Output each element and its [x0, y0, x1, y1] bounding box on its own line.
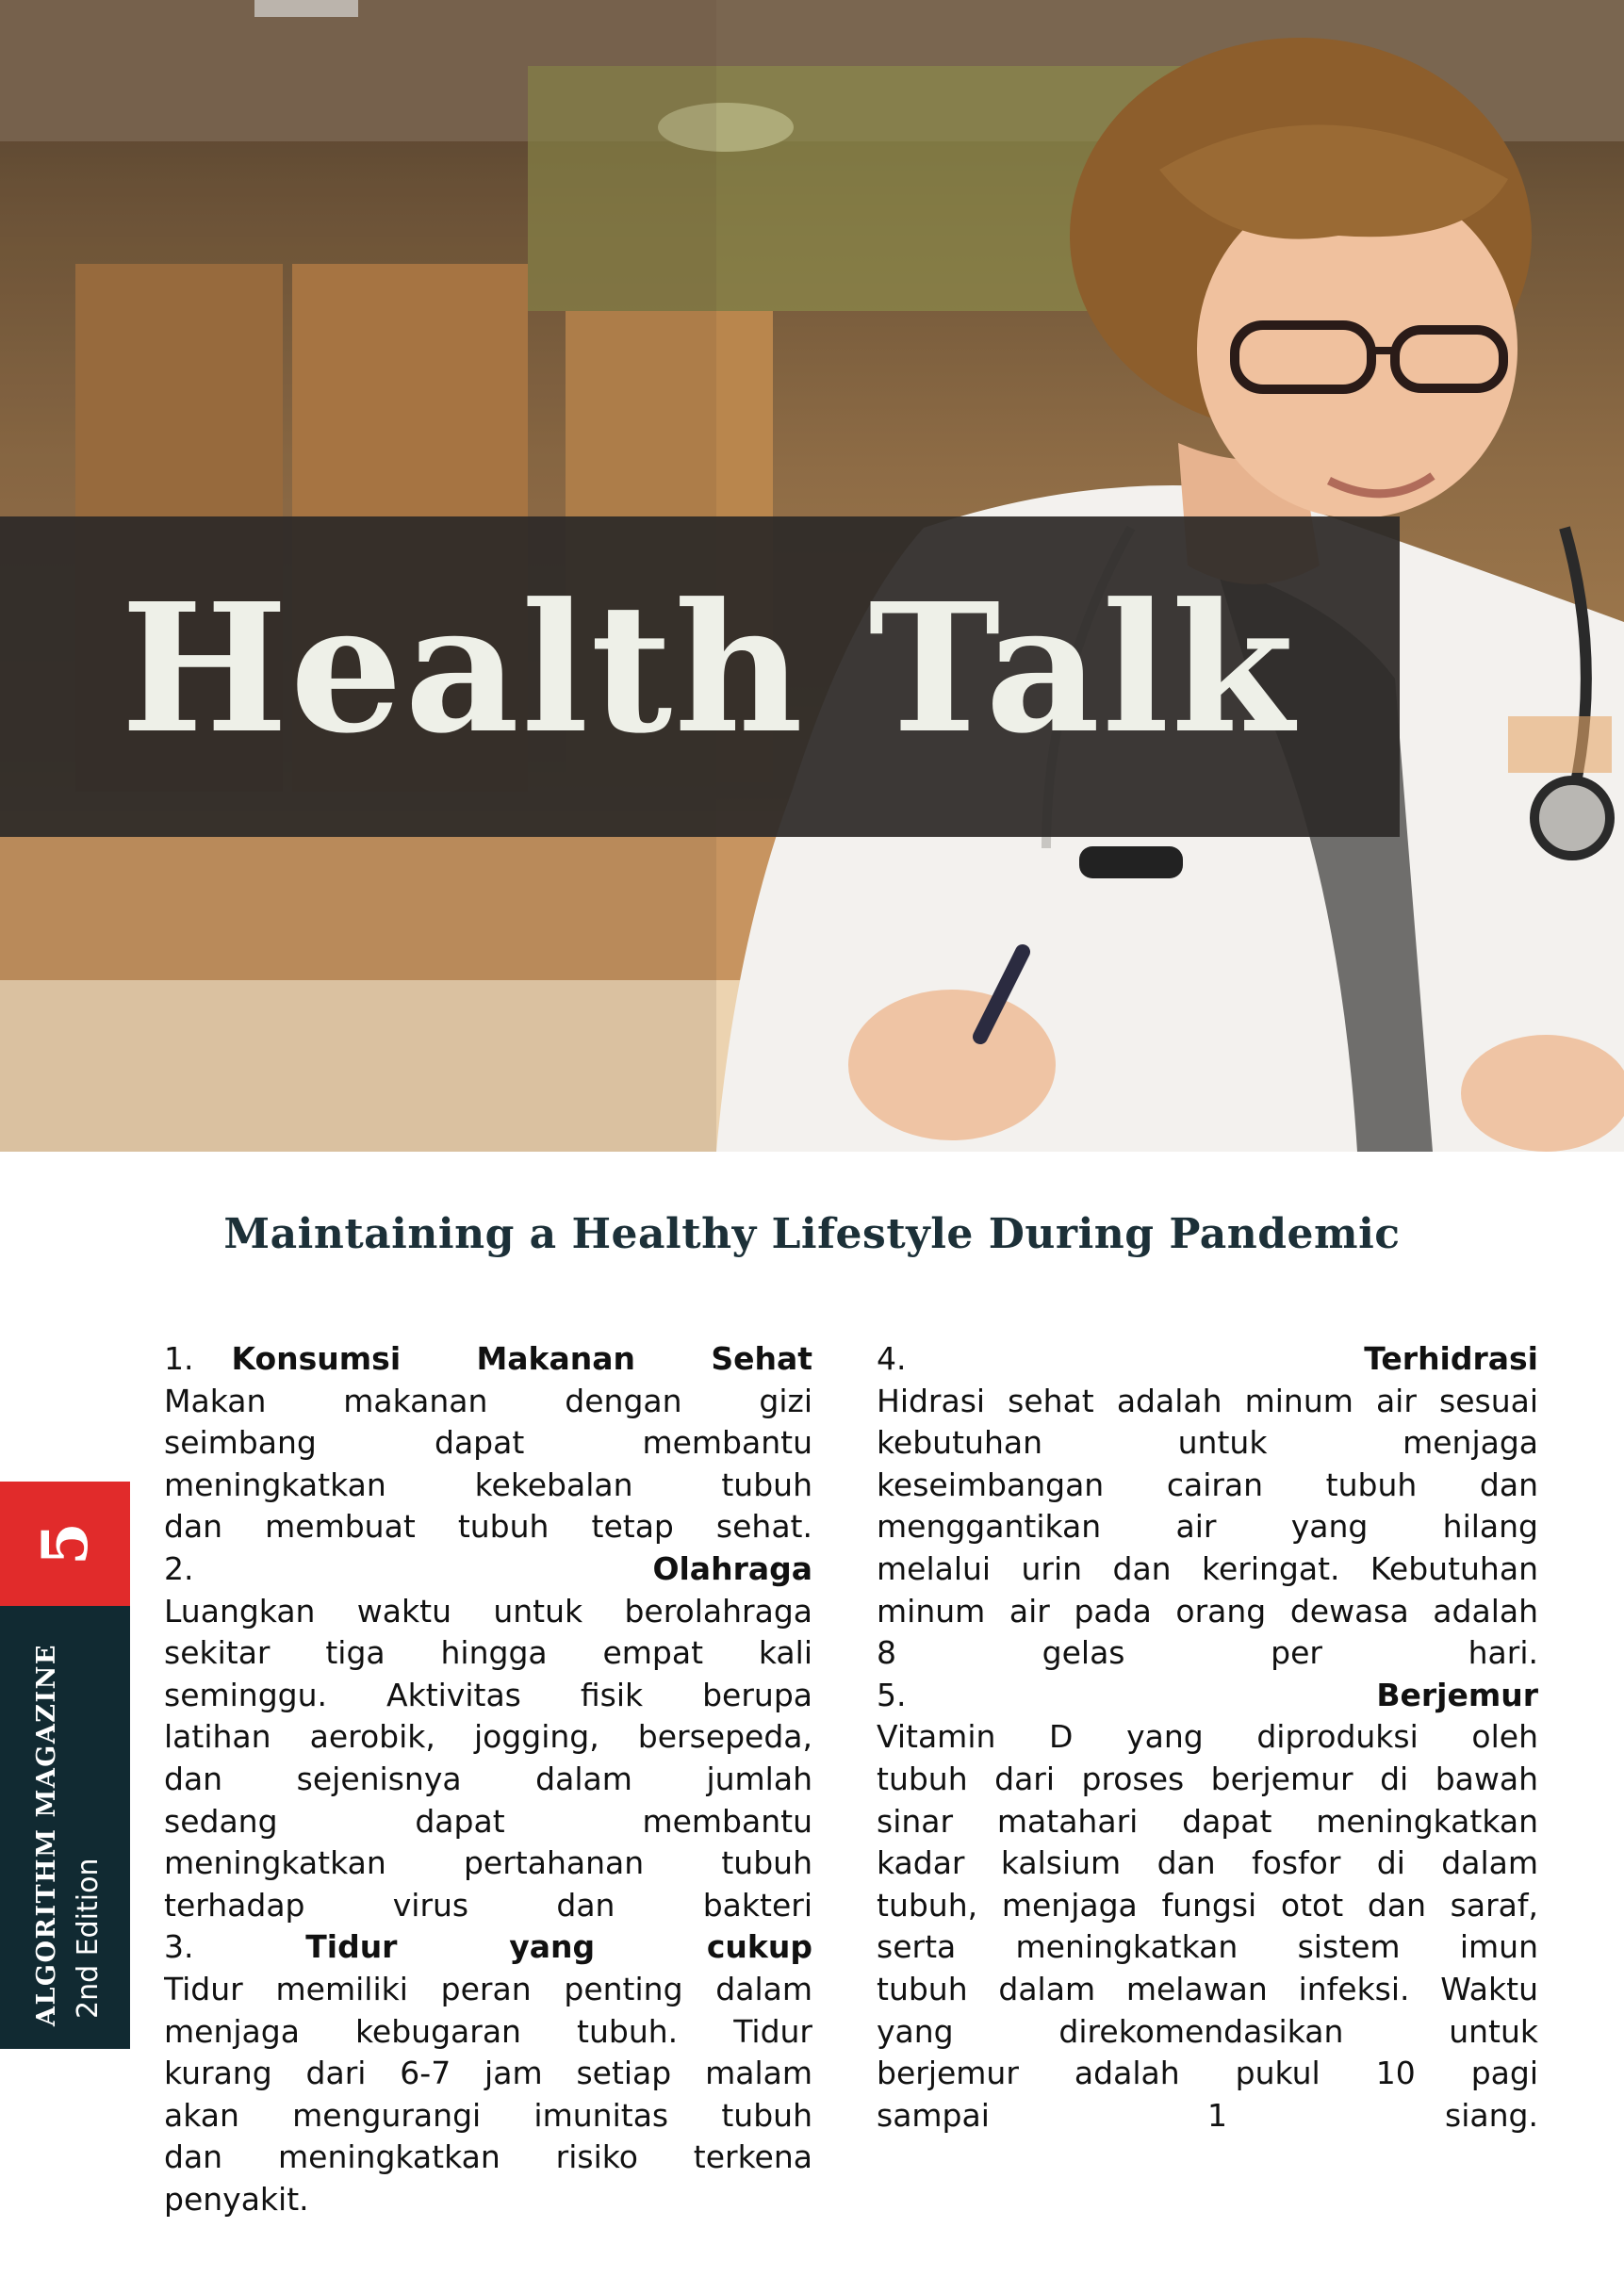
body-line: kurang dari 6-7 jam setiap malam — [164, 2055, 812, 2092]
body-line: minum air pada orang dewasa adalah — [877, 1592, 1538, 1630]
body-line: Makan makanan dengan gizi — [164, 1382, 812, 1419]
body-line: yang direkomendasikan untuk — [877, 2012, 1538, 2050]
section-heading-2: 2. Olahraga — [164, 1548, 812, 1591]
section-number: 2. — [164, 1549, 194, 1587]
body-line: sampai 1 siang. — [877, 2096, 1538, 2134]
section-number: 5. — [877, 1676, 907, 1713]
body-line: serta meningkatkan sistem imun — [877, 1928, 1538, 1966]
body-line: dan meningkatkan risiko terkena — [164, 2138, 812, 2176]
page-number: 5 — [28, 1522, 102, 1565]
section-title: Berjemur — [1376, 1676, 1538, 1713]
body-line: seminggu. Aktivitas fisik berupa — [164, 1676, 812, 1713]
section-number: 3. — [164, 1928, 194, 1966]
body-line: dan sejenisnya dalam jumlah — [164, 1760, 812, 1797]
article-subtitle: Maintaining a Healthy Lifestyle During P… — [223, 1210, 1401, 1258]
body-line: sekitar tiga hingga empat kali — [164, 1634, 812, 1672]
body-line: meningkatkan kekebalan tubuh — [164, 1466, 812, 1503]
page-title: Health Talk — [121, 565, 1296, 773]
section-title: Terhidrasi — [1364, 1340, 1538, 1377]
section-number: 1. — [164, 1340, 194, 1377]
magazine-name: ALGORITHM MAGAZINE — [32, 1644, 61, 2026]
body-line: Vitamin D yang diproduksi oleh — [877, 1718, 1538, 1756]
section-number: 4. — [877, 1340, 907, 1377]
body-line: 8 gelas per hari. — [877, 1634, 1538, 1672]
side-label-wrap: ALGORITHM MAGAZINE 2nd Edition — [0, 1606, 130, 2049]
body-line: Luangkan waktu untuk berolahraga — [164, 1592, 812, 1630]
body-line: keseimbangan cairan tubuh dan — [877, 1466, 1538, 1503]
body-line: Tidur memiliki peran penting dalam — [164, 1970, 812, 2007]
body-line: tubuh dalam melawan infeksi. Waktu — [877, 1970, 1538, 2007]
body-line: menjaga kebugaran tubuh. Tidur — [164, 2012, 812, 2050]
body-line: menggantikan air yang hilang — [877, 1508, 1538, 1546]
heading-word: Konsumsi — [231, 1340, 402, 1377]
edition-label: 2nd Edition — [72, 1858, 105, 2019]
body-line: meningkatkan pertahanan tubuh — [164, 1844, 812, 1882]
heading-word: cukup — [706, 1928, 812, 1966]
doctor-hand — [848, 990, 1056, 1140]
name-badge — [1508, 716, 1612, 773]
body-line: terhadap virus dan bakteri — [164, 1886, 812, 1924]
body-line: tubuh dari proses berjemur di bawah — [877, 1760, 1538, 1797]
body-line: berjemur adalah pukul 10 pagi — [877, 2055, 1538, 2092]
section-title: Konsumsi Makanan Sehat — [232, 1338, 813, 1381]
body-line: penyakit. — [164, 2180, 309, 2218]
heading-word: Tidur — [305, 1928, 398, 1966]
stethoscope-chestpiece — [1530, 776, 1615, 860]
left-column: 1. Konsumsi Makanan Sehat Makan makanan de… — [164, 1338, 812, 2220]
section-heading-5: 5. Berjemur — [877, 1675, 1538, 1717]
body-line: sinar matahari dapat meningkatkan — [877, 1802, 1538, 1840]
section-title: Olahraga — [652, 1549, 812, 1587]
body-line: seimbang dapat membantu — [164, 1424, 812, 1462]
body-line: akan mengurangi imunitas tubuh — [164, 2096, 812, 2134]
side-tab: 5 ALGORITHM MAGAZINE 2nd Edition — [0, 1482, 130, 2049]
heading-word: yang — [509, 1928, 596, 1966]
right-column: 4. Terhidrasi Hidrasi sehat adalah minum… — [877, 1338, 1538, 2137]
body-line: kebutuhan untuk menjaga — [877, 1424, 1538, 1462]
heading-word: Makanan — [476, 1340, 636, 1377]
heading-word: Sehat — [711, 1340, 812, 1377]
body-line: sedang dapat membantu — [164, 1802, 812, 1840]
section-heading-1: 1. Konsumsi Makanan Sehat — [164, 1338, 812, 1381]
body-line: Hidrasi sehat adalah minum air sesuai — [877, 1382, 1538, 1419]
body-line: dan membuat tubuh tetap sehat. — [164, 1508, 812, 1546]
body-line: melalui urin dan keringat. Kebutuhan — [877, 1549, 1538, 1587]
doctor-hand-right — [1461, 1035, 1624, 1152]
body-line: latihan aerobik, jogging, bersepeda, — [164, 1718, 812, 1756]
body-line: tubuh, menjaga fungsi otot dan saraf, — [877, 1886, 1538, 1924]
body-line: kadar kalsium dan fosfor di dalam — [877, 1844, 1538, 1882]
stethoscope-earpiece — [1079, 846, 1183, 878]
section-heading-4: 4. Terhidrasi — [877, 1338, 1538, 1381]
section-heading-3: 3. Tidur yang cukup — [164, 1926, 812, 1969]
